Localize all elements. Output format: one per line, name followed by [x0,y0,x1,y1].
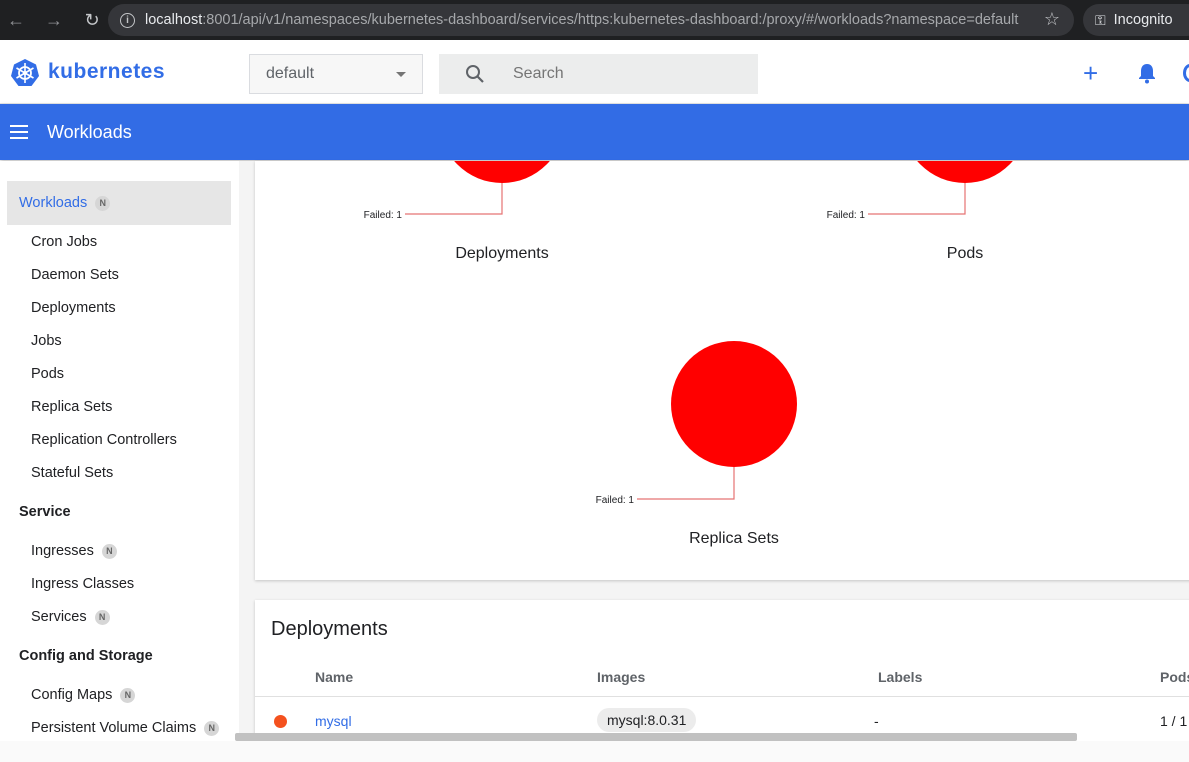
pods-failed-slice[interactable] [902,161,1028,183]
deployment-pods: 1 / 1 [1160,713,1188,729]
sidebar-label: Ingress Classes [31,576,135,592]
info-icon[interactable]: i [120,12,135,28]
url-path: :8001/api/v1/namespaces/kubernetes-dashb… [202,12,1019,28]
page-toolbar: Workloads [0,104,1189,160]
namespaced-badge: N [95,195,111,211]
deployments-legend-line [405,183,503,215]
deployment-labels: - [874,713,879,729]
pods-failed-label: Failed: 1 [827,210,866,221]
bell-icon[interactable] [1136,62,1158,84]
bottom-strip [0,741,1189,762]
account-icon[interactable] [1183,64,1189,82]
sidebar-item-workloads-label[interactable]: Workloads N [19,195,111,211]
sidebar-heading-config-storage[interactable]: Config and Storage [19,648,153,664]
column-header-name[interactable]: Name [315,669,353,685]
sidebar-label: Persistent Volume Claims [31,720,197,736]
replica-sets-chart-title: Replica Sets [689,530,779,547]
sidebar-item-persistent-volume-claims[interactable]: Persistent Volume Claims N [31,720,220,736]
sidebar-item-jobs[interactable]: Jobs [31,333,62,349]
main-content: Failed: 1 Failed: 1 Failed: 1 Deployment… [239,161,1189,762]
sidebar-heading-service[interactable]: Service [19,504,71,520]
back-icon[interactable]: ← [0,0,32,40]
deployment-name-link[interactable]: mysql [315,713,352,729]
sidebar-label: Config Maps [31,687,113,703]
table-header-divider [255,696,1189,697]
replica-sets-legend-line [637,467,735,500]
address-bar[interactable]: i localhost :8001/api/v1/namespaces/kube… [108,4,1074,36]
search-box[interactable]: Search [439,54,758,94]
deployments-chart-title: Deployments [455,245,549,262]
status-charts: Failed: 1 Failed: 1 Failed: 1 [364,161,1028,506]
sidebar-label: Workloads [19,195,88,211]
hamburger-menu-icon[interactable] [10,125,28,139]
url-host: localhost [145,12,203,28]
star-icon[interactable]: ☆ [1044,9,1060,30]
sidebar-item-daemon-sets[interactable]: Daemon Sets [31,267,119,283]
deployments-card-title: Deployments [271,618,388,640]
namespaced-badge: N [120,687,136,703]
status-error-icon [274,715,287,728]
incognito-icon: ⚿ [1095,11,1106,28]
column-header-images: Images [597,669,646,685]
sidebar-item-replica-sets[interactable]: Replica Sets [31,399,112,415]
workload-status-card: Failed: 1 Failed: 1 Failed: 1 Deployment… [255,161,1189,580]
brand-name[interactable]: kubernetes [48,60,165,84]
namespace-select[interactable]: default [249,54,423,94]
sidebar-item-pods[interactable]: Pods [31,366,64,382]
column-header-labels: Labels [878,669,923,685]
sidebar-item-deployments[interactable]: Deployments [31,300,116,316]
chevron-down-icon [396,72,406,77]
app-header: kubernetes default Search + [0,40,1189,104]
namespaced-badge: N [101,543,117,559]
kubernetes-logo-icon[interactable] [10,58,40,88]
pods-legend-line [868,183,966,215]
search-icon [466,65,484,83]
deployments-failed-slice[interactable] [439,161,565,183]
image-chip: mysql:8.0.31 [597,708,697,732]
horizontal-scrollbar[interactable] [235,733,1077,741]
search-input[interactable]: Search [513,65,564,83]
sidebar-item-ingresses[interactable]: Ingresses N [31,543,117,559]
sidebar-item-replication-controllers[interactable]: Replication Controllers [31,432,177,448]
namespace-value: default [266,65,315,82]
forward-icon[interactable]: → [38,0,70,40]
column-header-pods: Pods [1160,669,1189,685]
namespaced-badge: N [94,609,110,625]
pods-chart-title: Pods [946,245,984,262]
create-plus-icon[interactable]: + [1083,60,1098,86]
page-title: Workloads [47,122,132,142]
sidebar: Workloads N Cron Jobs Daemon Sets Deploy… [0,161,239,762]
browser-chrome: ← → ↻ i localhost :8001/api/v1/namespace… [0,0,1189,40]
sidebar-item-ingress-classes[interactable]: Ingress Classes [31,576,134,592]
sidebar-item-stateful-sets[interactable]: Stateful Sets [31,465,113,481]
replica-sets-failed-label: Failed: 1 [596,495,635,506]
replica-sets-failed-slice[interactable] [671,341,797,467]
deployments-failed-label: Failed: 1 [364,210,403,221]
namespaced-badge: N [204,720,220,736]
sidebar-label: Services [31,609,87,625]
sidebar-label: Ingresses [31,543,94,559]
reload-icon[interactable]: ↻ [76,0,108,40]
sidebar-item-services[interactable]: Services N [31,609,110,625]
sidebar-item-config-maps[interactable]: Config Maps N [31,687,136,703]
incognito-indicator[interactable]: ⚿ Incognito [1083,4,1189,36]
incognito-label: Incognito [1113,12,1173,28]
sidebar-item-cron-jobs[interactable]: Cron Jobs [31,234,97,250]
